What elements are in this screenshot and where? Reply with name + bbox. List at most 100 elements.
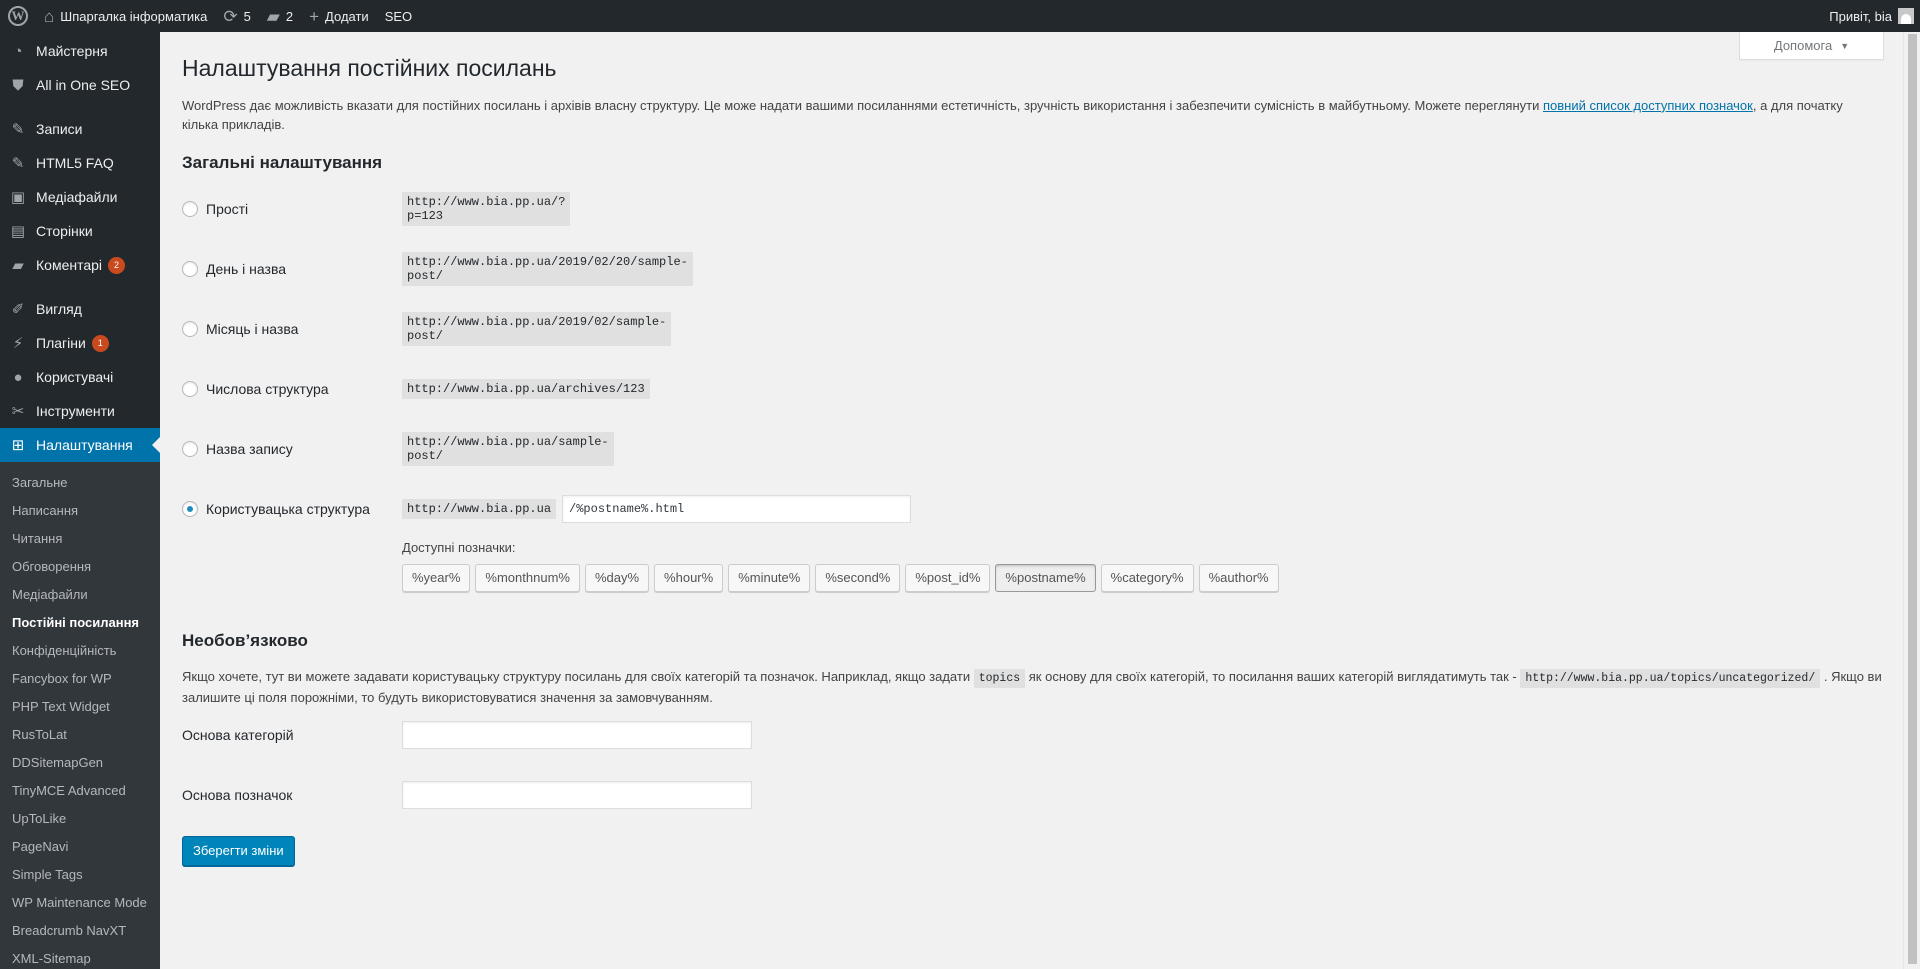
submenu-writing[interactable]: Написання [0, 496, 160, 524]
menu-posts[interactable]: ✎ Записи [0, 112, 160, 146]
brush-icon: ✐ [11, 301, 25, 318]
comments-count-badge: 2 [108, 256, 126, 274]
settings-icon: ⊞ [11, 437, 25, 454]
page-icon: ▤ [10, 223, 26, 240]
option-custom: Користувацька структура http://www.bia.p… [182, 494, 912, 523]
example-url: http://www.bia.pp.ua/2019/02/sample-post… [402, 311, 672, 346]
submenu-privacy[interactable]: Конфіденційність [0, 636, 160, 664]
option-month-name: Місяць і назва http://www.bia.pp.ua/2019… [182, 311, 672, 346]
plus-icon: + [309, 6, 320, 26]
radio-numeric[interactable] [182, 380, 198, 397]
admin-bar: W ⌂ Шпаргалка інформатика ⟳ 5 ▰ 2 + Додати S… [0, 0, 1920, 32]
menu-media[interactable]: ▣ Медіафайли [0, 180, 160, 214]
menu-users[interactable]: ● Користувачі [0, 360, 160, 394]
submenu-xml-sitemap[interactable]: XML-Sitemap [0, 944, 160, 969]
tag-category-button[interactable]: %category% [1100, 563, 1194, 592]
example-url: http://www.bia.pp.ua/archives/123 [402, 378, 650, 399]
submenu-general[interactable]: Загальне [0, 468, 160, 496]
available-tags: %year% %monthnum% %day% %hour% %minute% … [402, 563, 1284, 592]
example-url: http://www.bia.pp.ua/sample-post/ [402, 431, 614, 466]
admin-sidebar: ◔ Майстерня ⛊ All in One SEO ✎ Записи ✎ HTML… [0, 32, 160, 969]
page-title: Налаштування постійних посилань [182, 55, 557, 81]
menu-all-in-one-seo[interactable]: ⛊ All in One SEO [0, 68, 160, 102]
submenu-breadcrumb-navxt[interactable]: Breadcrumb NavXT [0, 916, 160, 944]
scrollbar-thumb[interactable] [1908, 34, 1917, 964]
tag-minute-button[interactable]: %minute% [728, 563, 811, 592]
pin-icon: ✎ [11, 155, 25, 172]
submenu-wp-maintenance-mode[interactable]: WP Maintenance Mode [0, 888, 160, 916]
radio-day-name[interactable] [182, 260, 198, 277]
wordpress-logo-icon[interactable]: W [0, 0, 36, 32]
menu-appearance[interactable]: ✐ Вигляд [0, 292, 160, 326]
updates-link[interactable]: ⟳ 5 [215, 0, 258, 32]
submenu-tinymce-advanced[interactable]: TinyMCE Advanced [0, 776, 160, 804]
submenu-discussion[interactable]: Обговорення [0, 552, 160, 580]
general-settings-heading: Загальні налаштування [182, 152, 383, 172]
media-icon: ▣ [10, 189, 26, 206]
example-url: http://www.bia.pp.ua/2019/02/20/sample-p… [402, 251, 693, 286]
available-tags-label: Доступні позначки: [402, 539, 516, 555]
radio-plain[interactable] [182, 200, 198, 217]
dashboard-icon: ◔ [13, 42, 23, 60]
example-url: http://www.bia.pp.ua/?p=123 [402, 191, 571, 226]
page-scrollbar[interactable] [1903, 32, 1920, 969]
option-numeric: Числова структура http://www.bia.pp.ua/a… [182, 378, 650, 399]
tag-postname-button[interactable]: %postname% [995, 563, 1096, 592]
plugin-icon: ⚡ [12, 335, 24, 352]
main-content: Налаштування постійних посилань WordPres… [182, 32, 1892, 866]
tag-hour-button[interactable]: %hour% [654, 563, 724, 592]
tag-post-id-button[interactable]: %post_id% [905, 563, 991, 592]
menu-dashboard[interactable]: ◔ Майстерня [0, 34, 160, 68]
user-icon: ● [13, 368, 23, 386]
tag-year-button[interactable]: %year% [402, 563, 471, 592]
wrench-icon: ✂ [11, 403, 25, 420]
menu-settings[interactable]: ⊞ Налаштування [0, 428, 160, 462]
tag-day-button[interactable]: %day% [584, 563, 650, 592]
comments-link[interactable]: ▰ 2 [259, 0, 301, 32]
seo-link[interactable]: SEO [377, 0, 420, 32]
pin-icon: ✎ [11, 121, 25, 138]
option-plain: Прості http://www.bia.pp.ua/?p=123 [182, 191, 571, 226]
site-name-link[interactable]: ⌂ Шпаргалка інформатика [36, 0, 215, 32]
menu-tools[interactable]: ✂ Інструменти [0, 394, 160, 428]
available-tags-link[interactable]: повний список доступних позначок [1543, 98, 1753, 113]
updates-icon: ⟳ [223, 6, 238, 26]
submenu-reading[interactable]: Читання [0, 524, 160, 552]
save-changes-button[interactable]: Зберегти зміни [182, 835, 295, 866]
menu-comments[interactable]: ▰ Коментарі 2 [0, 248, 160, 282]
submenu-pagenavi[interactable]: PageNavi [0, 832, 160, 860]
submenu-simple-tags[interactable]: Simple Tags [0, 860, 160, 888]
submenu-media[interactable]: Медіафайли [0, 580, 160, 608]
option-post-name: Назва запису http://www.bia.pp.ua/sample… [182, 431, 614, 466]
new-content-link[interactable]: + Додати [301, 0, 377, 32]
category-base-input[interactable] [402, 720, 752, 749]
tag-base-input[interactable] [402, 780, 752, 809]
option-day-name: День і назва http://www.bia.pp.ua/2019/0… [182, 251, 693, 286]
site-url-prefix: http://www.bia.pp.ua [402, 498, 557, 519]
example-code-topics: topics [973, 668, 1026, 688]
menu-pages[interactable]: ▤ Сторінки [0, 214, 160, 248]
account-menu[interactable]: Привіт, bia [1821, 0, 1920, 32]
submenu-fancybox[interactable]: Fancybox for WP [0, 664, 160, 692]
menu-html5-faq[interactable]: ✎ HTML5 FAQ [0, 146, 160, 180]
comment-icon: ▰ [12, 257, 24, 274]
submenu-uptolike[interactable]: UpToLike [0, 804, 160, 832]
home-icon: ⌂ [44, 6, 55, 26]
optional-description: Якщо хочете, тут ви можете задавати кори… [182, 668, 1882, 705]
settings-submenu: Загальне Написання Читання Обговорення М… [0, 462, 160, 969]
radio-month-name[interactable] [182, 320, 198, 337]
radio-custom[interactable] [182, 500, 198, 517]
example-code-category-url: http://www.bia.pp.ua/topics/uncategorize… [1520, 668, 1821, 688]
submenu-php-text-widget[interactable]: PHP Text Widget [0, 692, 160, 720]
submenu-ddsitemapgen[interactable]: DDSitemapGen [0, 748, 160, 776]
submenu-rustolat[interactable]: RusToLat [0, 720, 160, 748]
tag-monthnum-button[interactable]: %monthnum% [475, 563, 580, 592]
submenu-permalinks[interactable]: Постійні посилання [0, 608, 160, 636]
tag-author-button[interactable]: %author% [1198, 563, 1279, 592]
menu-plugins[interactable]: ⚡ Плагіни 1 [0, 326, 160, 360]
shield-icon: ⛊ [12, 76, 24, 94]
custom-structure-input[interactable]: /%postname%.html [562, 494, 912, 523]
optional-heading: Необов’язково [182, 630, 308, 650]
tag-second-button[interactable]: %second% [815, 563, 901, 592]
radio-post-name[interactable] [182, 440, 198, 457]
